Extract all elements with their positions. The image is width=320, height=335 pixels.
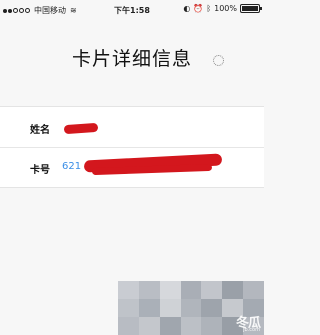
mosaic-cell: [201, 317, 223, 335]
name-row: 姓名: [0, 107, 264, 148]
mosaic-cell: [180, 299, 202, 317]
status-bar: 中国移动 ≋ 下午1:58 ◐ ⏰ ᛒ 100%: [0, 0, 264, 20]
alarm-icon: ⏰: [193, 4, 204, 13]
mosaic-cell: [201, 281, 223, 299]
card-number-row: 卡号 621: [0, 147, 264, 187]
loading-spinner-icon: [213, 55, 224, 66]
mosaic-cell: [159, 281, 181, 299]
mosaic-cell: [180, 281, 202, 299]
battery-percent: 100%: [214, 4, 237, 13]
mosaic-cell: [118, 281, 139, 299]
mosaic-cell: [138, 281, 160, 299]
mosaic-cell: [159, 299, 181, 317]
mosaic-cell: [201, 299, 223, 317]
mosaic-cell: [243, 281, 264, 299]
battery-icon: [240, 4, 262, 13]
mosaic-cell: [138, 317, 160, 335]
card-number-label: 卡号: [30, 165, 50, 176]
name-label: 姓名: [30, 125, 50, 136]
page-title: 卡片详细信息: [71, 48, 192, 70]
mosaic-cell: [159, 317, 181, 335]
card-details-panel: 姓名 卡号 621: [0, 106, 264, 188]
card-number-value[interactable]: 621: [62, 161, 81, 172]
watermark-sub: jb.com: [243, 327, 260, 333]
mosaic-cell: [138, 299, 160, 317]
battery-fill: [242, 6, 258, 11]
mosaic-cell: [180, 317, 202, 335]
mosaic-cell: [222, 281, 244, 299]
name-redaction: [63, 122, 99, 135]
location-icon: ◐: [183, 4, 191, 13]
mosaic-cell: [118, 299, 139, 317]
mosaic-cell: [118, 317, 139, 335]
bluetooth-icon: ᛒ: [206, 4, 212, 13]
status-right: ◐ ⏰ ᛒ 100%: [183, 4, 262, 13]
